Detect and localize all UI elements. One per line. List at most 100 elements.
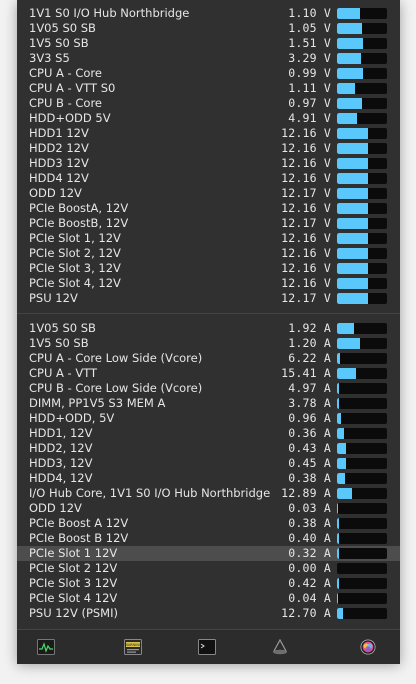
current-label: HDD3, 12V [29,456,93,470]
current-label: PCIe Slot 2 12V [29,561,118,575]
current-level-fill [337,578,339,589]
current-row[interactable]: ODD 12V 0.03 A [17,501,400,516]
voltage-row[interactable]: HDD+ODD 5V 4.91 V [17,111,400,126]
voltage-label: 3V3 S5 [29,51,70,65]
voltage-value: 12.16 V [281,231,331,245]
current-value: 0.04 A [288,591,331,605]
voltage-row[interactable]: PCIe Slot 1, 12V 12.16 V [17,231,400,246]
current-label: PCIe Slot 3 12V [29,576,118,590]
dock-toolbar: WARNING [17,629,400,664]
current-level-bar [337,383,387,394]
voltage-level-bar [337,53,387,64]
current-row[interactable]: 1V5 S0 SB 1.20 A [17,336,400,351]
current-level-bar [337,398,387,409]
current-level-bar [337,488,387,499]
voltage-row[interactable]: PCIe Slot 3, 12V 12.16 V [17,261,400,276]
voltage-row[interactable]: 3V3 S5 3.29 V [17,51,400,66]
current-label: 1V5 S0 SB [29,336,89,350]
current-level-fill [337,518,339,529]
voltage-row[interactable]: PCIe Slot 4, 12V 12.16 V [17,276,400,291]
current-row[interactable]: HDD4, 12V 0.38 A [17,471,400,486]
voltage-row[interactable]: HDD4 12V 12.16 V [17,171,400,186]
voltage-row[interactable]: 1V05 S0 SB 1.05 V [17,21,400,36]
current-row[interactable]: CPU A - Core Low Side (Vcore) 6.22 A [17,351,400,366]
current-value: 12.70 A [281,606,331,620]
current-row[interactable]: PSU 12V (PSMI) 12.70 A [17,606,400,621]
voltage-row[interactable]: CPU B - Core 0.97 V [17,96,400,111]
voltage-row[interactable]: PCIe BoostB, 12V 12.17 V [17,216,400,231]
voltage-row[interactable]: HDD2 12V 12.16 V [17,141,400,156]
current-level-fill [337,473,345,484]
current-level-bar [337,503,387,514]
section-divider [17,313,400,314]
current-level-fill [337,533,339,544]
current-row[interactable]: CPU A - VTT 15.41 A [17,366,400,381]
current-row[interactable]: PCIe Slot 4 12V 0.04 A [17,591,400,606]
bluetooth-file-exchange-icon[interactable] [271,639,289,655]
color-sync-icon[interactable] [359,639,377,655]
voltage-value: 12.16 V [281,246,331,260]
voltage-row[interactable]: 1V5 S0 SB 1.51 V [17,36,400,51]
current-row[interactable]: PCIe Slot 3 12V 0.42 A [17,576,400,591]
current-value: 0.45 A [288,456,331,470]
current-row[interactable]: HDD3, 12V 0.45 A [17,456,400,471]
voltage-level-bar [337,188,387,199]
voltage-row[interactable]: 1V1 S0 I/O Hub Northbridge 1.10 V [17,6,400,21]
voltage-label: PCIe Slot 3, 12V [29,261,121,275]
current-value: 0.40 A [288,531,331,545]
voltage-label: PCIe Slot 1, 12V [29,231,121,245]
current-row[interactable]: 1V05 S0 SB 1.92 A [17,321,400,336]
current-level-fill [337,383,339,394]
voltage-value: 1.10 V [288,6,331,20]
voltage-value: 4.91 V [288,111,331,125]
current-row[interactable]: PCIe Boost A 12V 0.38 A [17,516,400,531]
voltage-row[interactable]: HDD1 12V 12.16 V [17,126,400,141]
voltage-value: 3.29 V [288,51,331,65]
current-row[interactable]: HDD2, 12V 0.43 A [17,441,400,456]
voltage-level-bar [337,98,387,109]
voltage-row[interactable]: PSU 12V 12.17 V [17,291,400,306]
voltage-label: 1V5 S0 SB [29,36,89,50]
current-level-fill [337,353,340,364]
activity-monitor-icon[interactable] [37,639,55,655]
current-label: 1V05 S0 SB [29,321,96,335]
voltage-level-bar [337,263,387,274]
current-row[interactable]: CPU B - Core Low Side (Vcore) 4.97 A [17,381,400,396]
voltage-level-fill [337,128,368,139]
current-label: HDD+ODD, 5V [29,411,115,425]
voltage-value: 12.16 V [281,126,331,140]
voltage-row[interactable]: PCIe Slot 2, 12V 12.16 V [17,246,400,261]
current-level-bar [337,368,387,379]
current-label: HDD4, 12V [29,471,93,485]
current-level-bar [337,563,387,574]
terminal-icon[interactable] [198,639,216,655]
current-value: 3.78 A [288,396,331,410]
voltage-row[interactable]: ODD 12V 12.17 V [17,186,400,201]
console-warning-icon[interactable]: WARNING [124,639,142,655]
current-row[interactable]: DIMM, PP1V5 S3 MEM A 3.78 A [17,396,400,411]
current-label: HDD2, 12V [29,441,93,455]
current-row[interactable]: PCIe Boost B 12V 0.40 A [17,531,400,546]
current-row[interactable]: PCIe Slot 1 12V 0.32 A [17,546,400,561]
voltage-level-bar [337,278,387,289]
current-label: I/O Hub Core, 1V1 S0 I/O Hub Northbridge [29,486,271,500]
current-value: 0.32 A [288,546,331,560]
current-row[interactable]: PCIe Slot 2 12V 0.00 A [17,561,400,576]
voltage-row[interactable]: CPU A - Core 0.99 V [17,66,400,81]
current-level-fill [337,413,341,424]
current-level-fill [337,323,354,334]
voltage-row[interactable]: CPU A - VTT S0 1.11 V [17,81,400,96]
current-level-fill [337,458,346,469]
voltage-level-fill [337,203,368,214]
voltage-row[interactable]: PCIe BoostA, 12V 12.16 V [17,201,400,216]
voltage-level-fill [337,158,368,169]
current-level-bar [337,443,387,454]
current-row[interactable]: HDD+ODD, 5V 0.96 A [17,411,400,426]
voltage-label: CPU A - Core [29,66,102,80]
current-label: PCIe Boost A 12V [29,516,129,530]
voltage-level-fill [337,218,368,229]
current-row[interactable]: I/O Hub Core, 1V1 S0 I/O Hub Northbridge… [17,486,400,501]
voltage-row[interactable]: HDD3 12V 12.16 V [17,156,400,171]
current-row[interactable]: HDD1, 12V 0.36 A [17,426,400,441]
voltage-value: 0.97 V [288,96,331,110]
